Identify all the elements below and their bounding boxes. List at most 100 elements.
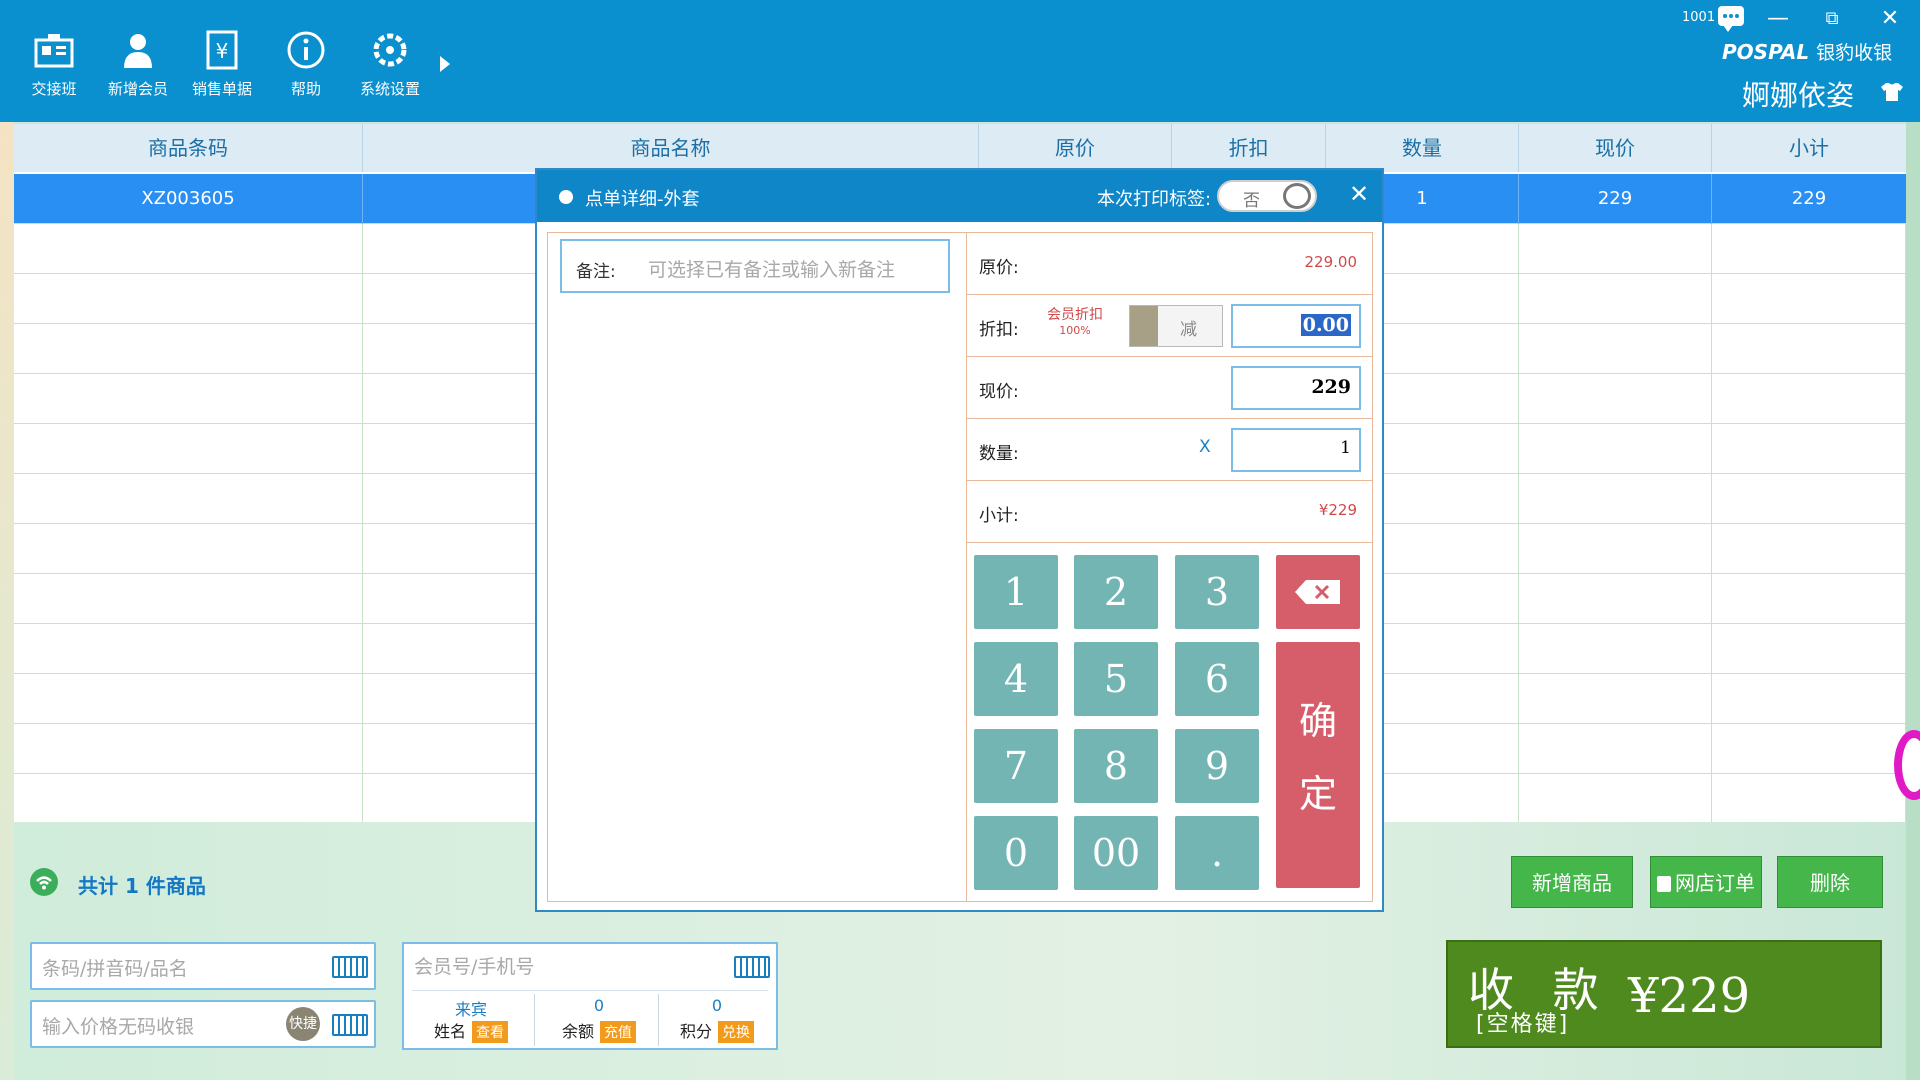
subtotal-label: 小计: bbox=[979, 506, 1019, 526]
table-cell bbox=[1519, 274, 1712, 324]
close-window-button[interactable]: ✕ bbox=[1870, 4, 1910, 34]
checkout-button[interactable]: 收 款 [空格键] ¥229 bbox=[1446, 940, 1882, 1048]
member-search-input[interactable]: 会员号/手机号 bbox=[414, 952, 534, 979]
toolbar-expand-arrow-icon[interactable] bbox=[440, 56, 450, 72]
table-header: 商品条码 商品名称 原价 折扣 数量 现价 小计 bbox=[14, 124, 1906, 172]
view-member-button[interactable]: 查看 bbox=[472, 1021, 508, 1043]
price-row: 现价: 229 bbox=[967, 357, 1373, 419]
qty-input[interactable]: 1 bbox=[1231, 428, 1361, 472]
subtotal-value: ¥229 bbox=[1318, 501, 1357, 519]
barcode-placeholder: 条码/拼音码/品名 bbox=[42, 958, 188, 980]
backspace-button[interactable] bbox=[1276, 555, 1360, 629]
key-4[interactable]: 4 bbox=[974, 642, 1058, 716]
table-cell bbox=[14, 574, 363, 624]
order-detail-dialog: 点单详细-外套 本次打印标签: 否 ✕ 备注: 可选择已有备注或输入新备注 原价… bbox=[535, 168, 1384, 912]
keyboard-icon[interactable] bbox=[332, 1014, 368, 1036]
member-points-label: 积分 bbox=[679, 1022, 712, 1041]
confirm-button[interactable]: 确 定 bbox=[1276, 642, 1360, 888]
online-order-label: 网店订单 bbox=[1675, 871, 1755, 895]
discount-input[interactable]: 0.00 bbox=[1231, 304, 1361, 348]
table-cell bbox=[14, 624, 363, 674]
key-00[interactable]: 00 bbox=[1074, 816, 1158, 890]
brand-cn: 银豹收银 bbox=[1816, 42, 1893, 64]
table-cell bbox=[1712, 674, 1906, 724]
key-3[interactable]: 3 bbox=[1175, 555, 1259, 629]
add-member-icon bbox=[116, 28, 160, 72]
col-barcode: 商品条码 bbox=[14, 124, 363, 172]
table-cell bbox=[14, 274, 363, 324]
delete-button[interactable]: 删除 bbox=[1777, 856, 1883, 908]
discount-mode-switch[interactable]: 减 bbox=[1129, 305, 1223, 347]
quick-button[interactable]: 快捷 bbox=[286, 1007, 320, 1041]
member-discount-label: 会员折扣 bbox=[1047, 307, 1103, 323]
divider bbox=[412, 990, 768, 991]
shift-change-button[interactable]: 交接班 bbox=[12, 28, 96, 99]
item-count: 共计 1 件商品 bbox=[78, 874, 206, 898]
table-cell bbox=[14, 474, 363, 524]
price-input[interactable]: 229 bbox=[1231, 366, 1361, 410]
key-dot[interactable]: . bbox=[1175, 816, 1259, 890]
shift-change-icon bbox=[32, 28, 76, 72]
lock-icon bbox=[1657, 876, 1671, 892]
message-icon[interactable] bbox=[1718, 6, 1744, 32]
key-0[interactable]: 0 bbox=[974, 816, 1058, 890]
discount-label: 折扣: bbox=[979, 320, 1019, 340]
col-price: 现价 bbox=[1519, 124, 1712, 172]
minimize-button[interactable]: — bbox=[1758, 4, 1798, 34]
col-subtotal: 小计 bbox=[1789, 136, 1829, 160]
print-label-toggle[interactable]: 否 bbox=[1217, 180, 1317, 212]
sales-receipt-button[interactable]: ¥ 销售单据 bbox=[180, 28, 264, 99]
table-cell bbox=[14, 674, 363, 724]
add-item-button[interactable]: 新增商品 bbox=[1511, 856, 1633, 908]
keyboard-icon[interactable] bbox=[734, 956, 770, 978]
add-member-button[interactable]: 新增会员 bbox=[96, 28, 180, 99]
discount-row: 折扣: 会员折扣 100% 减 0.00 bbox=[967, 295, 1373, 357]
note-input[interactable]: 备注: 可选择已有备注或输入新备注 bbox=[560, 239, 950, 293]
toolbar-label: 系统设置 bbox=[359, 80, 420, 98]
key-8[interactable]: 8 bbox=[1074, 729, 1158, 803]
note-placeholder: 可选择已有备注或输入新备注 bbox=[648, 259, 896, 281]
key-2[interactable]: 2 bbox=[1074, 555, 1158, 629]
discount-value: 0.00 bbox=[1300, 314, 1351, 336]
online-order-button[interactable]: 网店订单 bbox=[1650, 856, 1762, 908]
dialog-close-icon[interactable]: ✕ bbox=[1349, 180, 1369, 208]
print-label-text: 本次打印标签: bbox=[1097, 189, 1212, 210]
key-6[interactable]: 6 bbox=[1175, 642, 1259, 716]
table-cell bbox=[1712, 624, 1906, 674]
cashier-id: 1001 bbox=[1682, 10, 1716, 25]
key-9[interactable]: 9 bbox=[1175, 729, 1259, 803]
confirm-char-1: 确 bbox=[1298, 699, 1337, 743]
redeem-button[interactable]: 兑换 bbox=[718, 1021, 754, 1043]
table-cell bbox=[1519, 674, 1712, 724]
table-cell bbox=[1519, 474, 1712, 524]
key-1[interactable]: 1 bbox=[974, 555, 1058, 629]
settings-button[interactable]: 系统设置 bbox=[348, 28, 432, 99]
member-discount: 会员折扣 100% bbox=[1047, 307, 1103, 339]
dialog-title: 点单详细-外套 bbox=[585, 189, 700, 210]
keyboard-icon[interactable] bbox=[332, 956, 368, 978]
backspace-icon bbox=[1295, 580, 1340, 604]
table-cell bbox=[1519, 724, 1712, 774]
table-cell bbox=[1519, 224, 1712, 274]
confirm-char-2: 定 bbox=[1298, 772, 1337, 816]
table-cell bbox=[1519, 624, 1712, 674]
key-5[interactable]: 5 bbox=[1074, 642, 1158, 716]
col-discount: 折扣 bbox=[1172, 124, 1326, 172]
qty-label: 数量: bbox=[979, 444, 1019, 464]
table-cell bbox=[1712, 424, 1906, 474]
shirt-icon[interactable] bbox=[1880, 82, 1904, 102]
recharge-button[interactable]: 充值 bbox=[600, 1021, 636, 1043]
dialog-body: 备注: 可选择已有备注或输入新备注 原价: 229.00 折扣: 会员折扣 10… bbox=[547, 232, 1373, 902]
member-balance-label: 余额 bbox=[561, 1022, 594, 1041]
table-cell bbox=[14, 224, 363, 274]
key-7[interactable]: 7 bbox=[974, 729, 1058, 803]
restore-button[interactable]: ⧉ bbox=[1812, 4, 1852, 34]
barcode-search-input[interactable]: 条码/拼音码/品名 bbox=[30, 942, 376, 990]
table-cell bbox=[14, 724, 363, 774]
table-cell bbox=[1519, 774, 1712, 824]
price-input[interactable]: 输入价格无码收银 快捷 bbox=[30, 1000, 376, 1048]
help-button[interactable]: 帮助 bbox=[264, 28, 348, 99]
checkout-amount: ¥229 bbox=[1628, 968, 1751, 1024]
member-panel: 会员号/手机号 来宾 姓名 查看 0 余额 充值 0 积分 兑换 bbox=[402, 942, 778, 1050]
toggle-text: 否 bbox=[1243, 191, 1260, 211]
